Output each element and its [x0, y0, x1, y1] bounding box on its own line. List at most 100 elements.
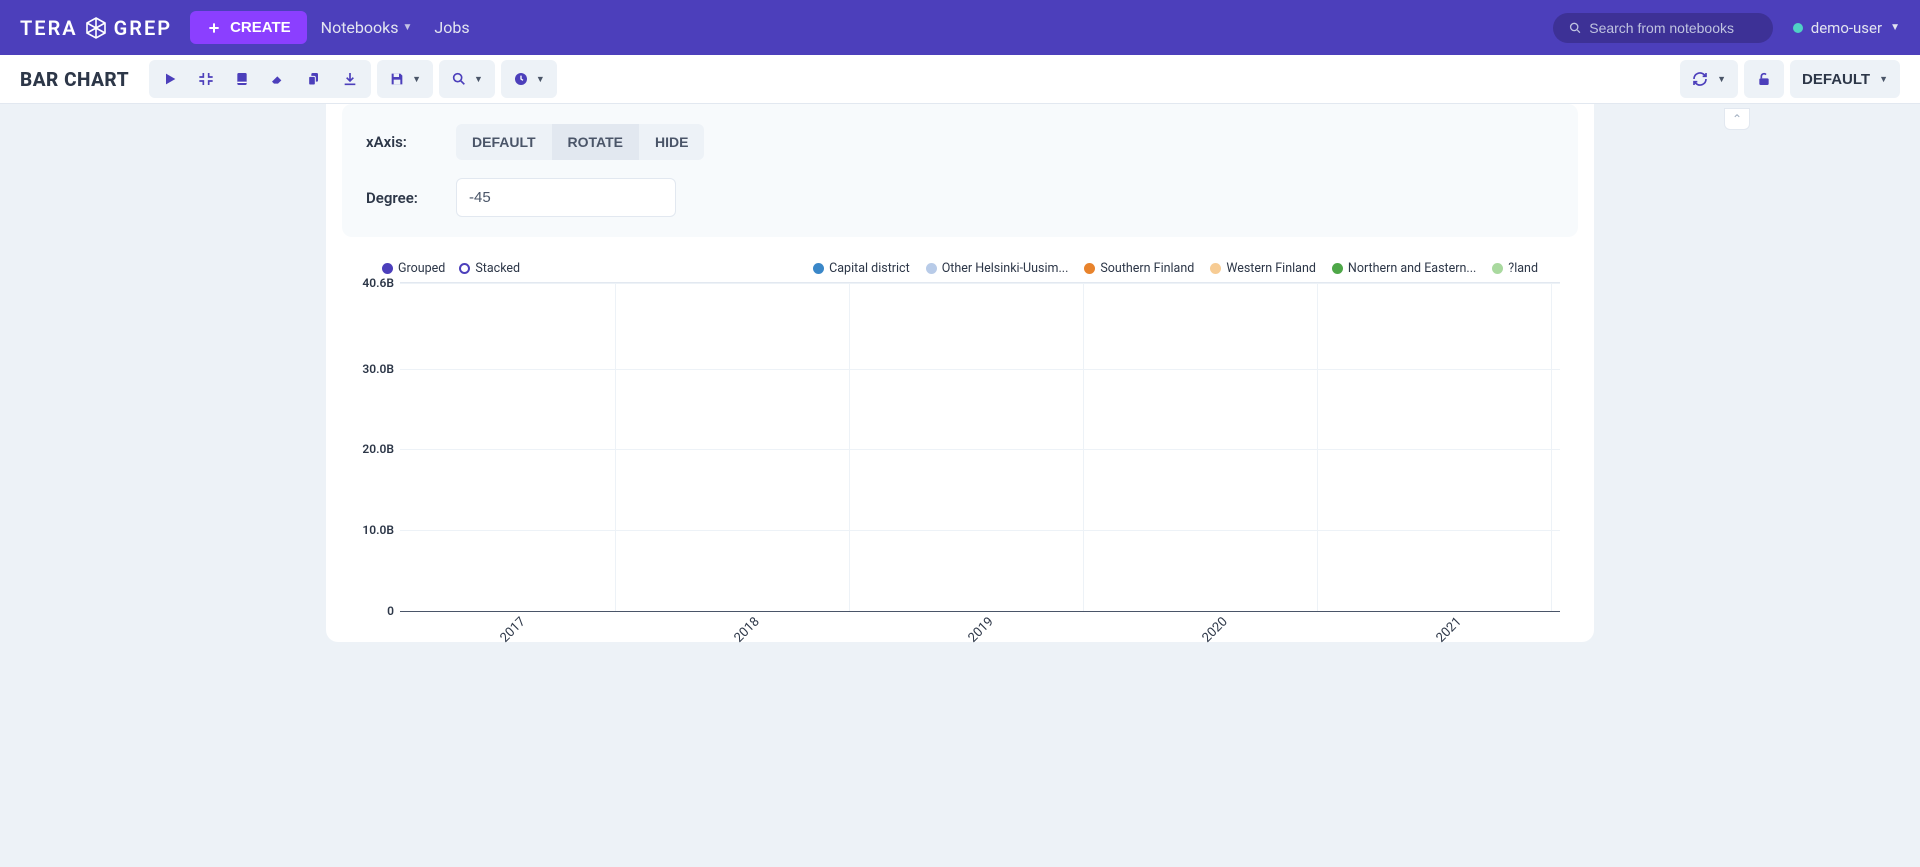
- user-menu[interactable]: demo-user ▼: [1793, 19, 1900, 37]
- output-card: xAxis: DEFAULT ROTATE HIDE Degree: Group…: [326, 104, 1594, 642]
- dot-icon: [813, 263, 824, 274]
- brand-text-left: TERA: [20, 16, 78, 40]
- dot-icon: [382, 263, 393, 274]
- xaxis-hide-button[interactable]: HIDE: [639, 124, 704, 160]
- x-tick-label: 2021: [1433, 614, 1464, 645]
- legend-series[interactable]: Northern and Eastern...: [1332, 261, 1476, 276]
- legend-grouped[interactable]: Grouped: [382, 261, 445, 276]
- nav-notebooks-label: Notebooks: [321, 18, 399, 37]
- schedule-button[interactable]: ▼: [505, 64, 553, 94]
- create-button[interactable]: CREATE: [190, 11, 307, 44]
- search-input[interactable]: [1589, 20, 1757, 36]
- search-icon: [1569, 21, 1581, 35]
- download-icon: [342, 71, 358, 87]
- lock-button[interactable]: [1744, 60, 1784, 98]
- chart-plot: 40.6B 30.0B 20.0B 10.0B 0 20172018201920…: [400, 282, 1560, 612]
- caret-down-icon: ▼: [474, 74, 483, 84]
- caret-down-icon: ▼: [1879, 74, 1888, 84]
- legend-stacked[interactable]: Stacked: [459, 261, 520, 276]
- nav-notebooks[interactable]: Notebooks ▼: [321, 18, 413, 37]
- floppy-icon: [389, 71, 405, 87]
- chevron-up-icon: ⌃: [1732, 112, 1742, 126]
- interpreter-label: DEFAULT: [1802, 71, 1870, 88]
- dot-icon: [1332, 263, 1343, 274]
- legend-grouped-label: Grouped: [398, 261, 445, 276]
- interpreter-button[interactable]: DEFAULT ▼: [1790, 60, 1900, 98]
- x-tick-label: 2020: [1199, 614, 1230, 645]
- nav-jobs[interactable]: Jobs: [434, 18, 469, 37]
- caret-down-icon: ▼: [536, 74, 545, 84]
- user-status-dot: [1793, 23, 1803, 33]
- y-tick: 10.0B: [348, 523, 394, 537]
- legend-stacked-label: Stacked: [475, 261, 520, 276]
- app-header: TERA GREP CREATE Notebooks ▼ Jobs demo-u…: [0, 0, 1920, 55]
- xaxis-mode-segmented: DEFAULT ROTATE HIDE: [456, 124, 704, 160]
- x-tick-label: 2019: [965, 614, 996, 645]
- plus-icon: [206, 20, 222, 36]
- run-group: [149, 60, 371, 98]
- search-menu-group: ▼: [439, 60, 495, 98]
- legend-series-label: Capital district: [829, 261, 910, 276]
- canvas: ⌃ xAxis: DEFAULT ROTATE HIDE Degree:: [0, 104, 1920, 642]
- copy-button[interactable]: [297, 64, 331, 94]
- degree-input[interactable]: [456, 178, 676, 217]
- create-label: CREATE: [230, 19, 291, 36]
- search-box[interactable]: [1553, 13, 1773, 43]
- chart: Grouped Stacked Capital district Other He…: [342, 261, 1578, 612]
- schedule-group: ▼: [501, 60, 557, 98]
- book-icon: [234, 71, 250, 87]
- play-icon: [162, 71, 178, 87]
- caret-down-icon: ▼: [1717, 74, 1726, 84]
- dot-icon: [1492, 263, 1503, 274]
- search-icon: [451, 71, 467, 87]
- legend-series-label: ?land: [1508, 261, 1538, 276]
- search-menu-button[interactable]: ▼: [443, 64, 491, 94]
- run-button[interactable]: [153, 64, 187, 94]
- save-menu-group: ▼: [377, 60, 433, 98]
- legend-series[interactable]: ?land: [1492, 261, 1538, 276]
- download-button[interactable]: [333, 64, 367, 94]
- legend-series-label: Western Finland: [1226, 261, 1316, 276]
- caret-down-icon: ▼: [1890, 22, 1900, 33]
- y-tick: 30.0B: [348, 362, 394, 376]
- y-tick: 40.6B: [348, 276, 394, 290]
- collapse-button[interactable]: [189, 64, 223, 94]
- x-tick-label: 2018: [731, 614, 762, 645]
- brand-icon: [84, 16, 108, 40]
- nav-jobs-label: Jobs: [434, 18, 469, 37]
- save-button[interactable]: [225, 64, 259, 94]
- dot-icon: [1210, 263, 1221, 274]
- caret-down-icon: ▼: [403, 22, 413, 33]
- clock-icon: [513, 71, 529, 87]
- brand-logo: TERA GREP: [20, 16, 172, 40]
- user-name: demo-user: [1811, 19, 1882, 37]
- eraser-icon: [270, 71, 286, 87]
- refresh-button[interactable]: ▼: [1680, 60, 1738, 98]
- x-tick-label: 2017: [497, 614, 528, 645]
- notebook-title: BAR CHART: [20, 68, 129, 91]
- legend-series-label: Northern and Eastern...: [1348, 261, 1476, 276]
- legend-series[interactable]: Southern Finland: [1084, 261, 1194, 276]
- xaxis-label: xAxis:: [366, 133, 456, 151]
- brand-text-right: GREP: [114, 16, 172, 40]
- xaxis-rotate-button[interactable]: ROTATE: [552, 124, 639, 160]
- xaxis-default-button[interactable]: DEFAULT: [456, 124, 552, 160]
- collapse-icon: [198, 71, 214, 87]
- legend-series-label: Other Helsinki-Uusim...: [942, 261, 1069, 276]
- collapse-cell-button[interactable]: ⌃: [1724, 108, 1750, 130]
- dot-icon: [1084, 263, 1095, 274]
- copy-icon: [306, 71, 322, 87]
- dot-icon: [926, 263, 937, 274]
- legend-series[interactable]: Western Finland: [1210, 261, 1316, 276]
- caret-down-icon: ▼: [412, 74, 421, 84]
- chart-legends: Grouped Stacked Capital district Other He…: [342, 261, 1578, 276]
- legend-series-label: Southern Finland: [1100, 261, 1194, 276]
- legend-series[interactable]: Capital district: [813, 261, 910, 276]
- y-tick: 20.0B: [348, 442, 394, 456]
- chart-settings-panel: xAxis: DEFAULT ROTATE HIDE Degree:: [342, 104, 1578, 237]
- ring-icon: [459, 263, 470, 274]
- refresh-icon: [1692, 71, 1708, 87]
- clear-button[interactable]: [261, 64, 295, 94]
- legend-series[interactable]: Other Helsinki-Uusim...: [926, 261, 1069, 276]
- save-menu-button[interactable]: ▼: [381, 64, 429, 94]
